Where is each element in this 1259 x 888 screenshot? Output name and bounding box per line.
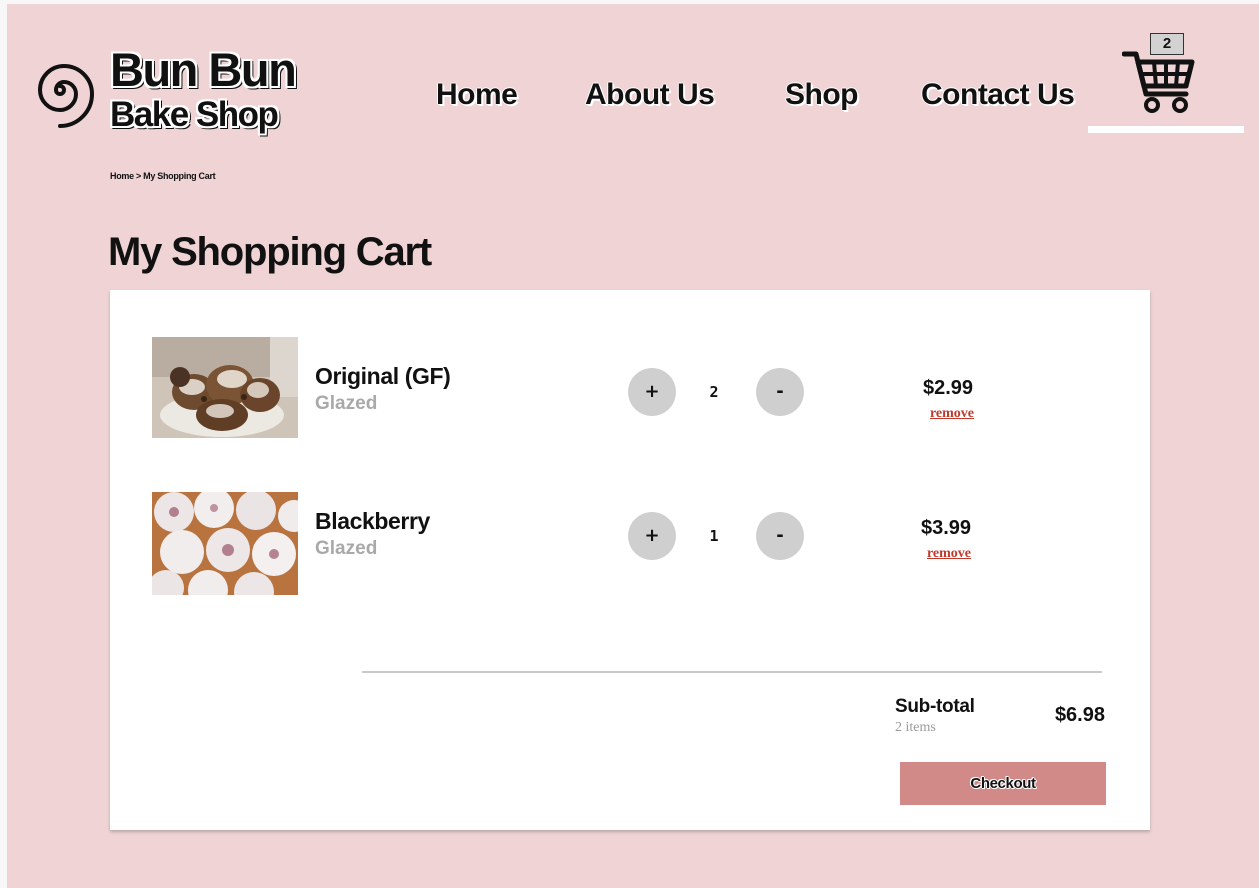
breadcrumb[interactable]: Home > My Shopping Cart (110, 171, 216, 181)
decrease-quantity-button[interactable]: - (756, 512, 804, 560)
summary-divider (362, 671, 1102, 673)
brand-line-2: Bake Shop (110, 95, 279, 134)
nav-shop[interactable]: Shop (785, 78, 859, 112)
product-image-blackberry (152, 492, 298, 595)
item-price: $2.99 (922, 377, 974, 399)
increase-quantity-button[interactable]: + (628, 368, 676, 416)
remove-item-link[interactable]: remove (907, 406, 997, 422)
cart-item-row: Original (GF) Glazed + 2 - $2.99 remove (110, 337, 1150, 443)
product-subtitle: Glazed (315, 538, 378, 559)
brand-line-1: Bun Bun (110, 43, 297, 96)
quantity-value: 1 (709, 527, 719, 545)
subtotal-item-count: 2 items (895, 720, 936, 735)
product-name: Original (GF) (315, 363, 451, 389)
spiral-logo-icon[interactable] (22, 52, 98, 128)
product-name: Blackberry (315, 508, 430, 534)
nav-contact-us[interactable]: Contact Us (921, 78, 1075, 112)
cart-count-badge: 2 (1150, 33, 1184, 55)
quantity-value: 2 (709, 383, 719, 401)
checkout-button[interactable]: Checkout (900, 762, 1106, 805)
decrease-quantity-button[interactable]: - (756, 368, 804, 416)
product-image-original (152, 337, 298, 438)
increase-quantity-button[interactable]: + (628, 512, 676, 560)
page-title: My Shopping Cart (108, 230, 432, 274)
cart-item-row: Blackberry Glazed + 1 - $3.99 remove (110, 492, 1150, 598)
shopping-cart-icon[interactable] (1122, 46, 1196, 114)
cart-active-indicator (1088, 126, 1244, 133)
item-price: $3.99 (920, 517, 972, 539)
subtotal-label: Sub-total (895, 696, 975, 717)
nav-about-us[interactable]: About Us (585, 78, 715, 112)
subtotal-value: $6.98 (1054, 704, 1105, 726)
brand-wordmark[interactable]: Bun Bun Bake Shop (110, 43, 297, 134)
product-subtitle: Glazed (315, 393, 378, 414)
nav-home[interactable]: Home (436, 78, 518, 112)
cart-card: Original (GF) Glazed + 2 - $2.99 remove … (110, 290, 1150, 830)
remove-item-link[interactable]: remove (904, 546, 994, 562)
